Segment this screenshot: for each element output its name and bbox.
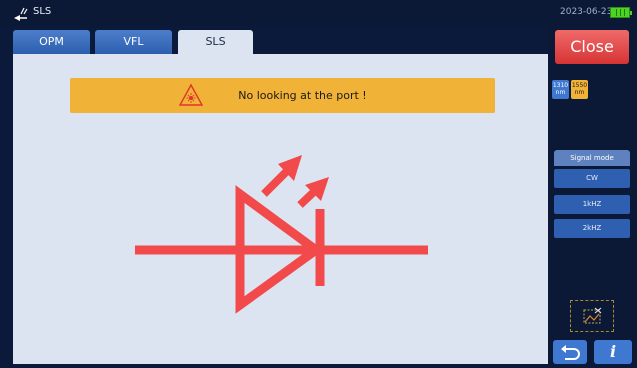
status-bar: SLS 2023-06-23 — [0, 0, 637, 26]
app-title: SLS — [33, 6, 52, 17]
wavelength-value: 1550 — [571, 82, 588, 89]
laser-diode-icon — [135, 155, 428, 314]
back-arrow-icon — [561, 345, 580, 360]
tab-vfl[interactable]: VFL — [95, 30, 172, 54]
info-icon: i — [609, 342, 617, 361]
date-readout: 2023-06-23 — [560, 7, 613, 17]
wavelength-value: 1310 — [552, 82, 569, 89]
tab-sls[interactable]: SLS — [178, 30, 253, 54]
wavelength-1550-button[interactable]: 1550 nm — [571, 80, 588, 99]
signal-mode-cw-button[interactable]: CW — [554, 169, 630, 188]
battery-icon — [610, 7, 632, 18]
main-panel: No looking at the port ! — [13, 54, 548, 364]
close-button[interactable]: Close — [555, 30, 629, 64]
wavelength-unit: nm — [574, 89, 585, 96]
signal-mode-1khz-button[interactable]: 1kHZ — [554, 195, 630, 214]
laser-source-icon — [14, 7, 28, 21]
signal-mode-header: Signal mode — [554, 150, 630, 166]
wavelength-1310-button[interactable]: 1310 nm — [552, 80, 569, 99]
wavelength-unit: nm — [555, 89, 566, 96]
signal-mode-2khz-button[interactable]: 2kHZ — [554, 219, 630, 238]
tab-opm[interactable]: OPM — [13, 30, 90, 54]
info-button[interactable]: i — [594, 340, 632, 364]
back-button[interactable] — [553, 340, 587, 364]
screenshot-button[interactable] — [570, 300, 614, 332]
sidebar: Close 1310 nm 1550 nm Signal mode CW 1kH… — [548, 26, 637, 364]
screenshot-icon — [583, 307, 602, 324]
